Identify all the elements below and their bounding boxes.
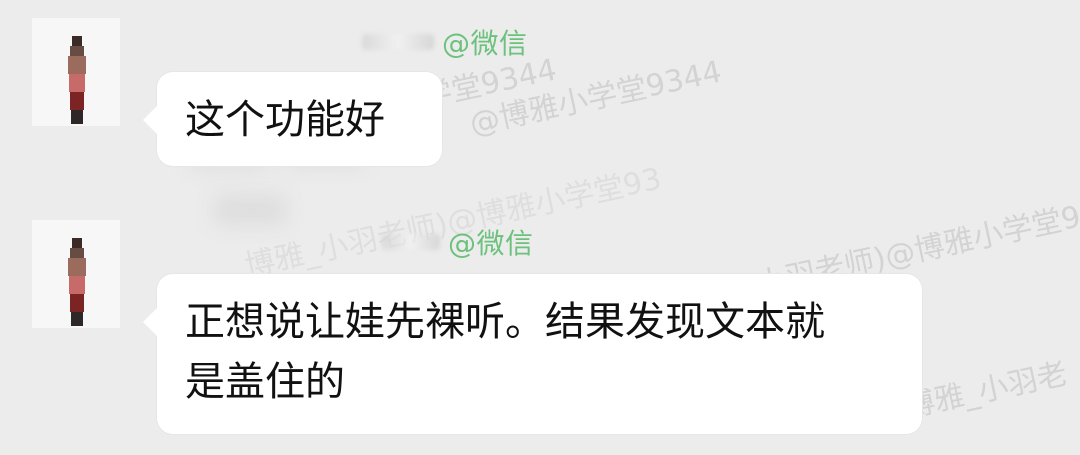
blurred-sender-name: [382, 234, 440, 250]
avatar-figure-icon: [68, 36, 86, 124]
watermark: 博雅_小羽老师)@博雅小学堂93: [241, 161, 665, 285]
avatar[interactable]: [32, 220, 120, 328]
sender-app-label: @微信: [442, 27, 528, 60]
blurred-background-patch: [214, 195, 286, 225]
watermark: 博雅_小羽老: [901, 356, 1071, 426]
avatar[interactable]: [32, 18, 120, 126]
sender-line: @微信: [382, 227, 534, 260]
message-text: 正想说让娃先裸听。结果发现文本就 是盖住的: [185, 299, 825, 405]
sender-app-label: @微信: [448, 227, 534, 260]
blurred-sender-name: [362, 34, 434, 50]
message-bubble: 正想说让娃先裸听。结果发现文本就 是盖住的: [143, 274, 922, 434]
sender-line: @微信: [362, 27, 528, 60]
message-text: 这个功能好: [185, 97, 385, 143]
avatar-figure-icon: [68, 238, 86, 326]
message-bubble: 这个功能好: [143, 72, 442, 166]
